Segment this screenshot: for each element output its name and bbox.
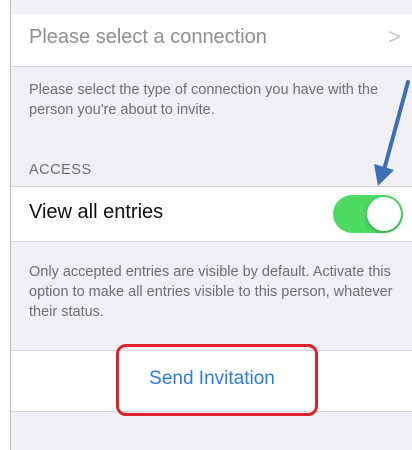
toggle-knob xyxy=(367,197,401,231)
view-all-entries-row: View all entries xyxy=(11,186,412,242)
view-all-entries-label: View all entries xyxy=(29,201,164,223)
access-help-text: Only accepted entries are visible by def… xyxy=(29,264,393,320)
connection-select-placeholder: Please select a connection xyxy=(29,26,267,48)
connection-help-text: Please select the type of connection you… xyxy=(29,82,379,118)
highlight-annotation-box xyxy=(116,344,318,416)
connection-select-row[interactable]: Please select a connection > xyxy=(11,14,412,67)
view-all-entries-toggle[interactable] xyxy=(333,195,403,233)
arrow-annotation-icon xyxy=(374,80,410,186)
chevron-right-icon: > xyxy=(388,24,401,49)
access-section-header: ACCESS xyxy=(29,162,92,178)
